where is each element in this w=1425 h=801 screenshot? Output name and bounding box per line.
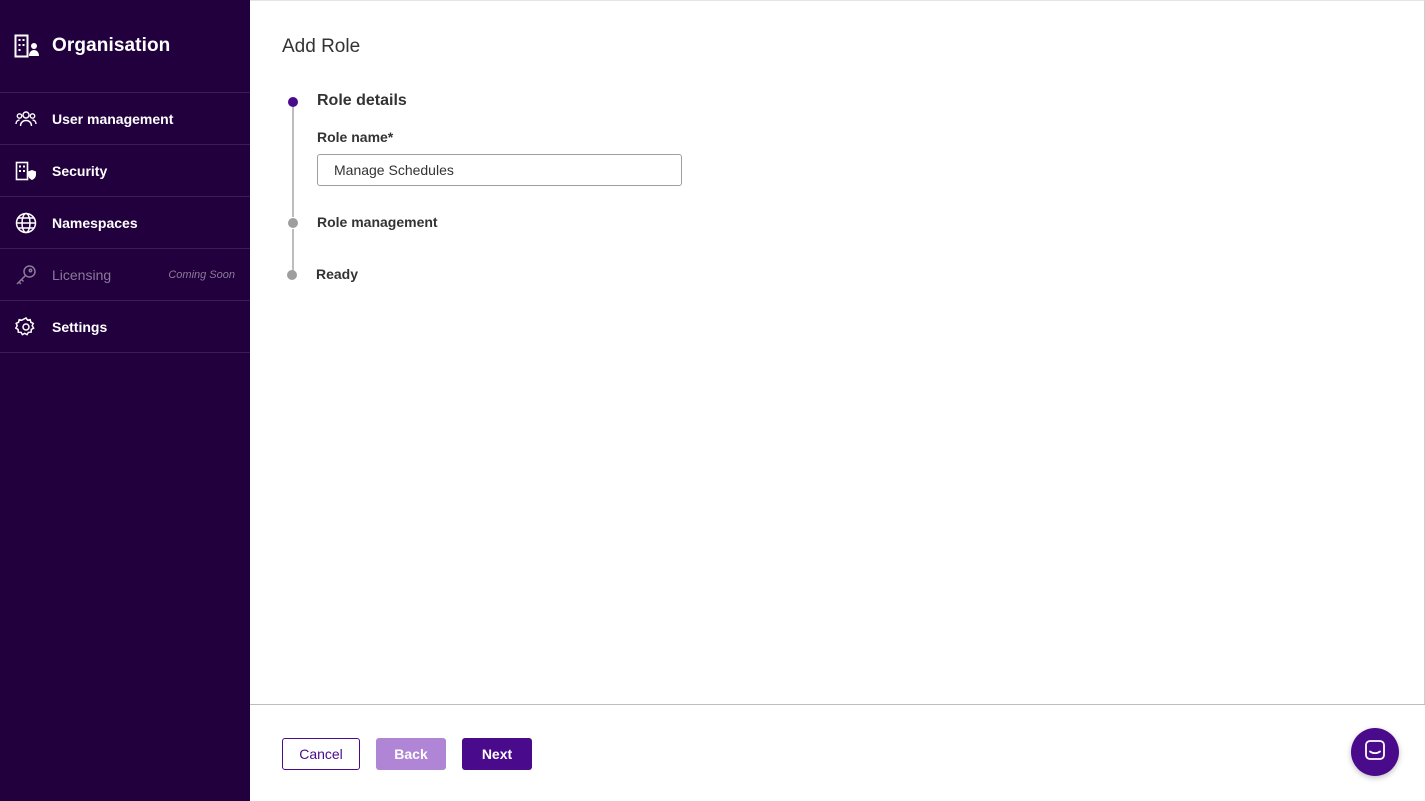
organisation-icon xyxy=(14,33,40,59)
sidebar-item-label: Settings xyxy=(52,318,108,335)
form-footer: Cancel Back Next xyxy=(250,704,1425,801)
step-connector xyxy=(292,107,294,217)
step-indicator-active xyxy=(288,97,298,107)
step-ready: Ready xyxy=(316,266,359,282)
chat-icon xyxy=(1364,739,1386,766)
sidebar-title: Organisation xyxy=(52,35,171,56)
cancel-button[interactable]: Cancel xyxy=(282,738,360,770)
step-indicator xyxy=(287,270,297,280)
users-icon xyxy=(15,108,37,130)
sidebar-item-user-management[interactable]: User management xyxy=(0,93,250,145)
next-button[interactable]: Next xyxy=(462,738,532,770)
step-connector xyxy=(292,229,294,271)
sidebar-item-label: Licensing xyxy=(52,266,112,283)
sidebar-item-security[interactable]: Security xyxy=(0,145,250,197)
coming-soon-badge: Coming Soon xyxy=(168,268,235,281)
main-content: Add Role Role details Role name* Role ma… xyxy=(250,0,1425,801)
sidebar-item-label: Security xyxy=(52,162,108,179)
chat-launcher-button[interactable] xyxy=(1351,728,1399,776)
building-shield-icon xyxy=(15,160,37,182)
sidebar-item-label: User management xyxy=(52,110,174,127)
key-icon xyxy=(15,264,37,286)
back-button[interactable]: Back xyxy=(376,738,446,770)
app-window: Organisation User management Security Na… xyxy=(0,0,1425,801)
page-title: Add Role xyxy=(282,36,361,57)
gear-icon xyxy=(15,316,37,338)
sidebar-item-namespaces[interactable]: Namespaces xyxy=(0,197,250,249)
sidebar-item-licensing: Licensing Coming Soon xyxy=(0,249,250,301)
role-name-input[interactable] xyxy=(317,154,682,186)
step-role-management: Role management xyxy=(317,214,438,230)
sidebar-item-settings[interactable]: Settings xyxy=(0,301,250,353)
globe-icon xyxy=(15,212,37,234)
sidebar-header: Organisation xyxy=(0,0,250,93)
role-name-label: Role name* xyxy=(317,129,394,145)
sidebar: Organisation User management Security Na… xyxy=(0,0,250,801)
sidebar-item-label: Namespaces xyxy=(52,214,138,231)
step-role-details: Role details xyxy=(317,92,407,109)
step-indicator xyxy=(288,218,298,228)
